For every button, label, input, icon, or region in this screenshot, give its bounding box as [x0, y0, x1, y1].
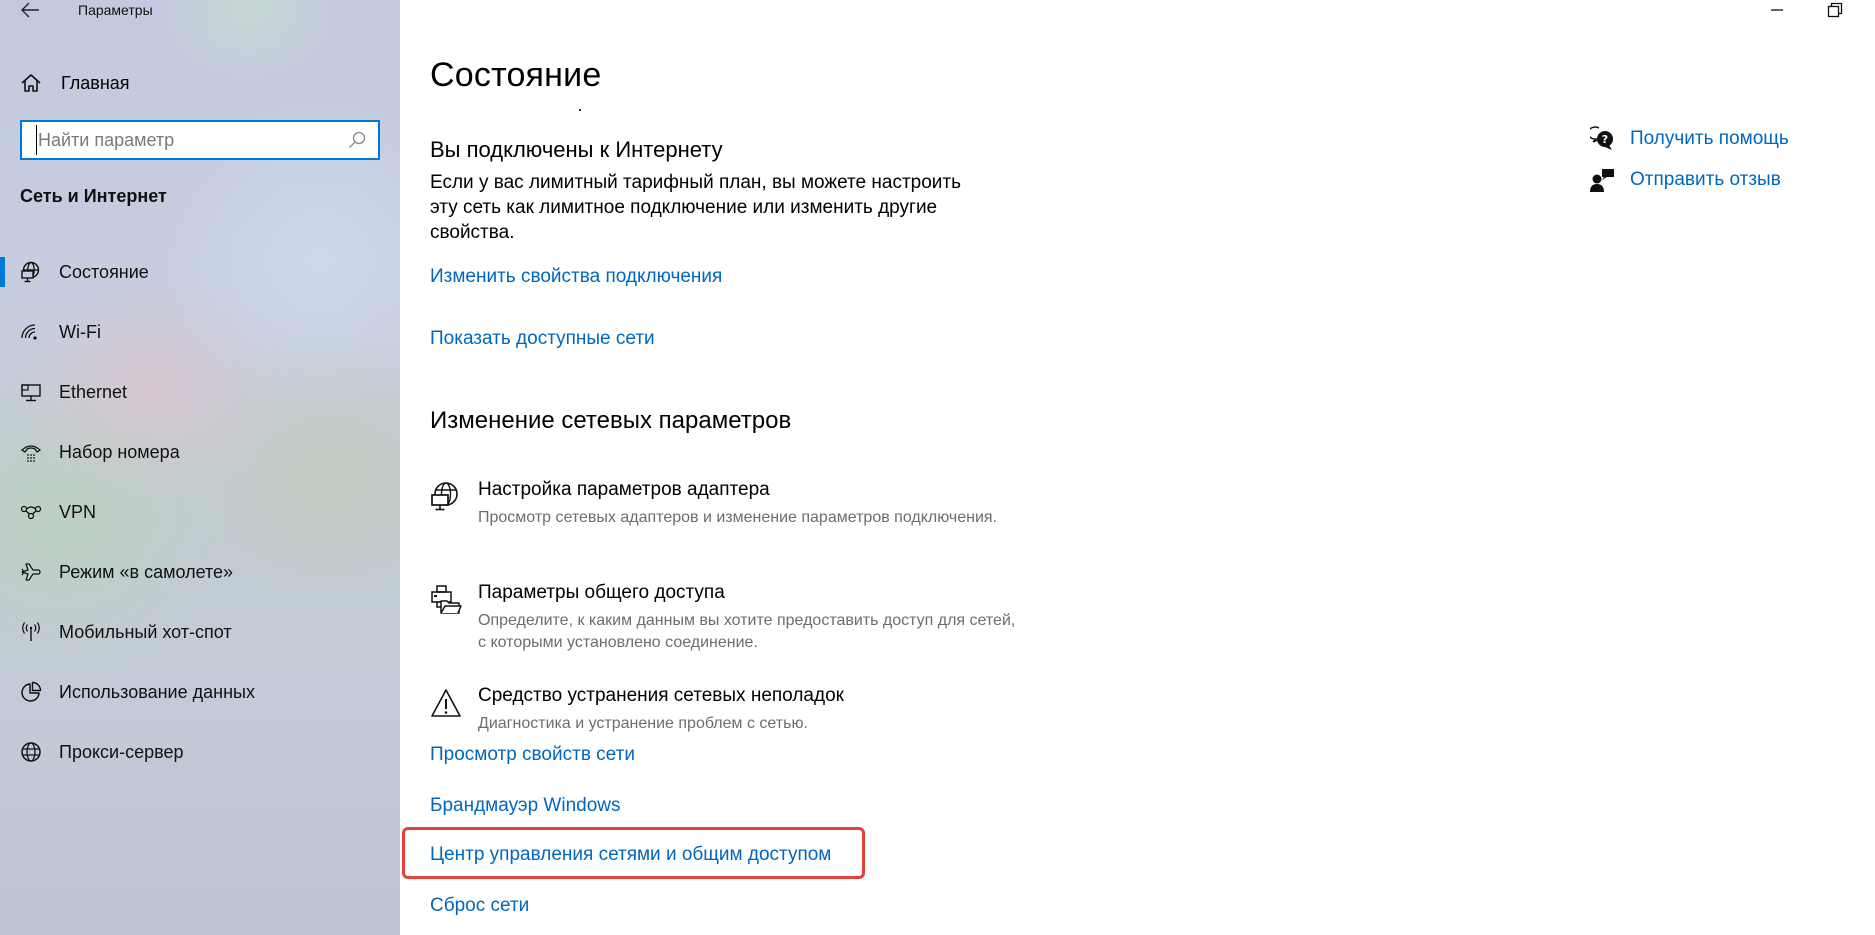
main-content: Состояние Вы подключены к Интернету Если…	[400, 0, 1875, 935]
send-feedback-label: Отправить отзыв	[1630, 169, 1781, 190]
feedback-icon	[1590, 167, 1616, 193]
search-input[interactable]	[36, 125, 344, 155]
back-button[interactable]	[18, 0, 44, 20]
network-sharing-center-link[interactable]: Центр управления сетями и общим доступом	[430, 844, 831, 866]
setting-title: Параметры общего доступа	[478, 582, 725, 603]
vpn-icon	[20, 501, 42, 523]
wifi-icon	[20, 321, 42, 343]
connection-heading: Вы подключены к Интернету	[430, 137, 723, 162]
setting-description: Диагностика и устранение проблем с сетью…	[478, 715, 808, 732]
help-chat-icon: ?	[1590, 126, 1616, 152]
sidebar-item-label: Набор номера	[59, 441, 180, 462]
search-box[interactable]	[20, 120, 380, 160]
sidebar-item-dialup[interactable]: Набор номера	[0, 432, 400, 472]
change-settings-heading: Изменение сетевых параметров	[430, 407, 792, 434]
status-globe-icon	[20, 261, 42, 283]
show-available-networks-link[interactable]: Показать доступные сети	[430, 328, 655, 350]
setting-description: Определите, к каким данным вы хотите пре…	[478, 612, 1016, 651]
svg-text:?: ?	[1602, 133, 1608, 146]
sharing-printer-folder-icon	[430, 584, 462, 616]
troubleshooter-item[interactable]: Средство устранения сетевых неполадок Ди…	[430, 685, 1030, 735]
view-network-properties-link[interactable]: Просмотр свойств сети	[430, 744, 635, 766]
sidebar-item-label: Состояние	[59, 261, 149, 282]
sidebar-item-label: Ethernet	[59, 381, 128, 402]
page-title: Состояние	[430, 56, 602, 94]
sidebar-home[interactable]: Главная	[20, 68, 130, 98]
setting-description: Просмотр сетевых адаптеров и изменение п…	[478, 509, 997, 526]
globe-icon	[20, 741, 42, 763]
sidebar-item-proxy[interactable]: Прокси-сервер	[0, 732, 400, 772]
sidebar-item-label: VPN	[59, 501, 97, 522]
connection-description: Если у вас лимитный тарифный план, вы мо…	[430, 172, 961, 243]
change-connection-properties-link[interactable]: Изменить свойства подключения	[430, 266, 722, 288]
sidebar-item-label: Прокси-сервер	[59, 741, 184, 762]
sidebar-item-status[interactable]: Состояние	[0, 252, 400, 292]
separator-dot	[579, 109, 581, 111]
sidebar-item-ethernet[interactable]: Ethernet	[0, 372, 400, 412]
sidebar-item-vpn[interactable]: VPN	[0, 492, 400, 532]
data-usage-icon	[20, 681, 42, 703]
sidebar-item-label: Использование данных	[59, 681, 255, 702]
windows-firewall-link[interactable]: Брандмауэр Windows	[430, 795, 621, 817]
sidebar-item-hotspot[interactable]: Мобильный хот-спот	[0, 612, 400, 652]
sidebar-home-label: Главная	[61, 72, 130, 93]
setting-title: Средство устранения сетевых неполадок	[478, 685, 844, 706]
get-help-label: Получить помощь	[1630, 128, 1789, 149]
arrow-left-icon	[21, 2, 39, 18]
dialup-phone-icon	[20, 441, 42, 463]
setting-title: Настройка параметров адаптера	[478, 479, 770, 500]
sidebar-item-label: Мобильный хот-спот	[59, 621, 232, 642]
airplane-icon	[20, 561, 42, 583]
app-title: Параметры	[78, 2, 153, 18]
sidebar-item-label: Wi-Fi	[59, 321, 101, 342]
warning-icon	[430, 687, 462, 719]
search-icon[interactable]	[344, 127, 370, 153]
sidebar-item-label: Режим «в самолете»	[59, 561, 234, 582]
hotspot-icon	[20, 621, 42, 643]
sidebar-item-wifi[interactable]: Wi-Fi	[0, 312, 400, 352]
sidebar-item-data-usage[interactable]: Использование данных	[0, 672, 400, 712]
sidebar-item-airplane[interactable]: Режим «в самолете»	[0, 552, 400, 592]
sidebar-section-title: Сеть и Интернет	[20, 186, 167, 206]
sharing-options-item[interactable]: Параметры общего доступа Определите, к к…	[430, 582, 1030, 652]
adapter-globe-icon	[430, 481, 462, 513]
ethernet-icon	[20, 381, 42, 403]
network-reset-link[interactable]: Сброс сети	[430, 895, 529, 917]
sidebar: Главная Сеть и Интернет Состояние Wi-Fi …	[0, 0, 400, 935]
home-icon	[20, 72, 42, 94]
adapter-options-item[interactable]: Настройка параметров адаптера Просмотр с…	[430, 479, 1030, 549]
